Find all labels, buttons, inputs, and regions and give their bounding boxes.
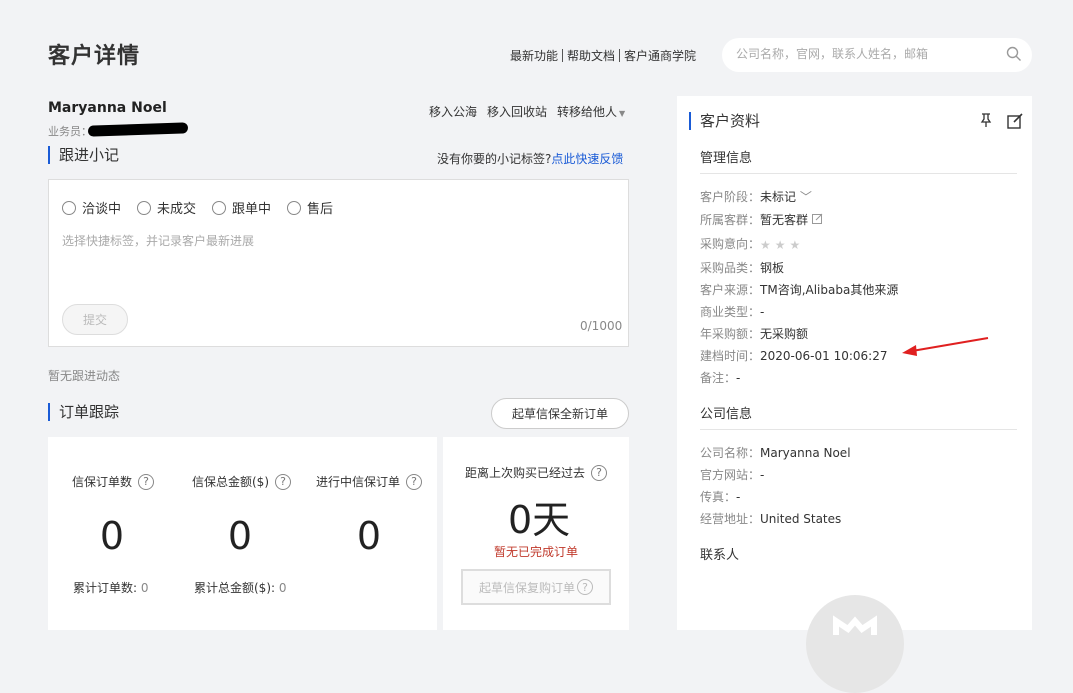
cumulative-amount: 累计总金额($): 0 [194, 581, 287, 595]
field-remark: 备注：- [700, 371, 741, 385]
help-icon[interactable]: ? [591, 464, 608, 481]
tag-hint: 没有你要的小记标签?点此快速反馈 [437, 152, 624, 166]
quick-tags: 洽谈中 未成交 跟单中 售后 [62, 198, 333, 217]
redacted-salesman [87, 122, 189, 137]
note-placeholder[interactable]: 选择快捷标签，并记录客户最新进展 [62, 232, 254, 249]
feedback-link[interactable]: 点此快速反馈 [551, 152, 623, 166]
stat-label: 信保订单数? [72, 473, 155, 490]
top-links: 最新功能 帮助文档 客户通商学院 [510, 47, 696, 64]
profile-title: 客户资料 [689, 112, 760, 130]
divider [700, 173, 1017, 174]
field-created-time: 建档时间：2020-06-01 10:06:27 [700, 349, 888, 363]
link-new-features[interactable]: 最新功能 [510, 47, 558, 64]
stat-value: 0 [356, 514, 382, 558]
chevron-down-icon: ﹀ [799, 190, 812, 204]
pin-icon[interactable] [978, 112, 994, 133]
annotation-arrow [902, 337, 989, 356]
panel-actions [978, 112, 1024, 133]
submit-button[interactable]: 提交 [62, 304, 128, 335]
stat-label: 进行中信保订单? [316, 473, 423, 490]
char-counter: 0/1000 [580, 319, 623, 333]
help-icon[interactable]: ? [138, 473, 155, 490]
link-academy[interactable]: 客户通商学院 [624, 47, 696, 64]
stat-value: 0 [99, 514, 125, 558]
edit-small-icon [811, 213, 823, 227]
field-company-name: 公司名称：Maryanna Noel [700, 446, 851, 460]
edit-icon[interactable] [1006, 112, 1024, 133]
tag-after-sales[interactable]: 售后 [287, 198, 333, 217]
star-icon: ★ [789, 237, 801, 252]
contacts-title: 联系人 [700, 548, 740, 563]
search-icon[interactable] [1006, 46, 1022, 65]
search-box [722, 38, 1032, 72]
help-icon[interactable]: ? [275, 473, 291, 490]
order-section-title: 订单跟踪 [48, 403, 119, 421]
rating-stars[interactable]: ★ ★ ★ [760, 238, 800, 252]
field-annual-purchase: 年采购额：无采购额 [700, 327, 809, 341]
stat-label: 信保总金额($)? [192, 473, 291, 490]
customer-name: Maryanna Noel [48, 100, 167, 116]
repeat-order-button[interactable]: 起草信保复购订单? [461, 569, 611, 605]
no-activity-text: 暂无跟进动态 [48, 369, 121, 383]
avatar [806, 595, 904, 693]
transfer-button[interactable]: 转移给他人 ▼ [557, 103, 625, 120]
tag-following[interactable]: 跟单中 [212, 198, 271, 217]
days-since-purchase: 0天 [508, 498, 571, 542]
divider [562, 49, 564, 62]
tag-not-closed[interactable]: 未成交 [137, 198, 196, 217]
tag-negotiating[interactable]: 洽谈中 [62, 198, 121, 217]
no-completed-order: 暂无已完成订单 [494, 545, 579, 559]
field-address: 经营地址：United States [700, 512, 842, 526]
divider [619, 49, 621, 62]
stat-value: 0 [227, 514, 253, 558]
company-info-title: 公司信息 [700, 407, 753, 422]
mgmt-info-title: 管理信息 [700, 151, 753, 166]
star-icon: ★ [760, 237, 771, 252]
page-title: 客户详情 [48, 44, 141, 69]
field-category: 采购品类：钢板 [700, 261, 785, 275]
field-intent: 采购意向： ★ ★ ★ [700, 237, 801, 252]
salesman-label: 业务员： [48, 125, 92, 138]
star-icon: ★ [774, 237, 786, 252]
follow-section-title: 跟进小记 [48, 146, 119, 164]
customer-actions: 移入公海 移入回收站 转移给他人 ▼ [429, 103, 625, 120]
search-input[interactable] [734, 46, 998, 62]
divider [700, 429, 1017, 430]
cumulative-count: 累计订单数: 0 [73, 581, 149, 595]
field-source: 客户来源：TM咨询,Alibaba其他来源 [700, 283, 899, 297]
move-to-recycle-button[interactable]: 移入回收站 [487, 103, 547, 120]
field-stage[interactable]: 客户阶段：未标记 ﹀ [700, 188, 812, 205]
field-fax: 传真：- [700, 490, 741, 504]
help-icon[interactable]: ? [406, 473, 423, 490]
link-help-docs[interactable]: 帮助文档 [567, 47, 615, 64]
field-business-type: 商业类型：- [700, 305, 765, 319]
caret-down-icon: ▼ [619, 109, 626, 118]
field-group[interactable]: 所属客群：暂无客群 [700, 211, 823, 228]
field-website: 官方网站：- [700, 468, 765, 482]
new-order-button[interactable]: 起草信保全新订单 [491, 398, 629, 429]
move-to-pool-button[interactable]: 移入公海 [429, 103, 477, 120]
last-purchase-label: 距离上次购买已经过去? [465, 464, 608, 481]
help-icon: ? [577, 579, 593, 595]
